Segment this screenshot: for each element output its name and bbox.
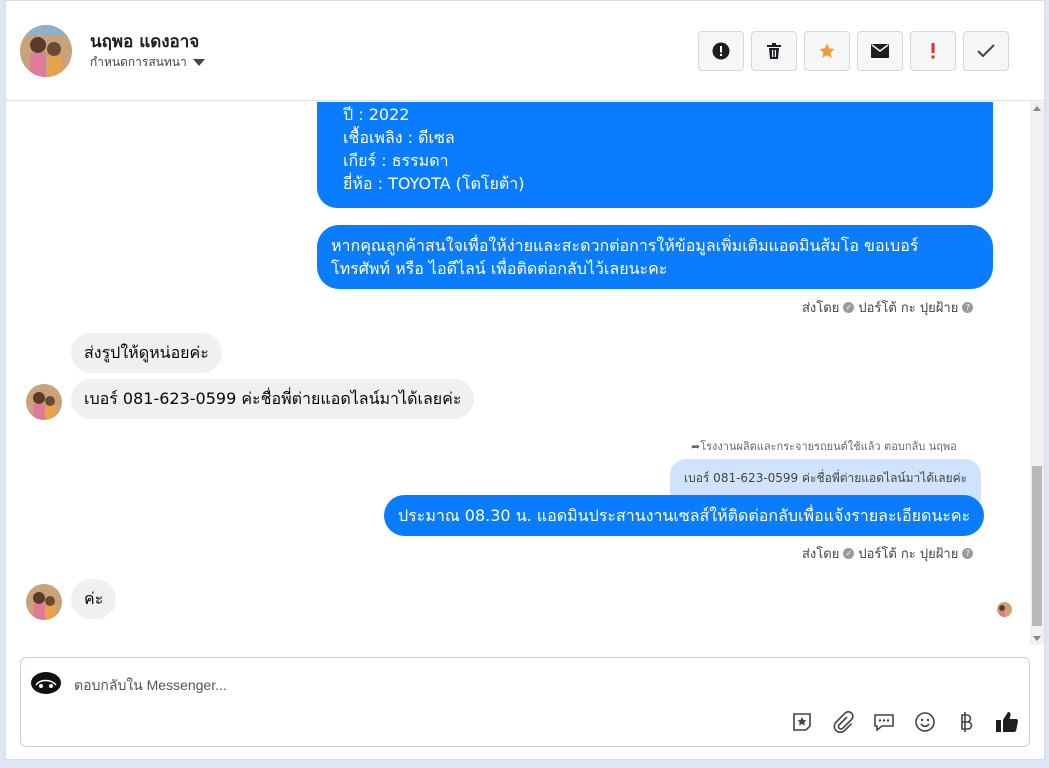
sticker-icon bbox=[793, 713, 811, 731]
help-icon[interactable]: ? bbox=[962, 548, 974, 559]
car-info-gear: เกียร์ : ธรรมดา bbox=[343, 151, 449, 170]
car-info-brand: ยี่ห้อ : TOYOTA (โตโยต้า) bbox=[343, 174, 525, 193]
scrollbar-thumb[interactable] bbox=[1032, 466, 1042, 626]
conversation-panel: นฤพอ แดงอาจ กำหนดการสนทนา ปี: 2022 เชื้… bbox=[5, 0, 1045, 760]
message-text: ประมาณ 08.30 น. แอดมินประสานงานเซลส์ให้ต… bbox=[398, 506, 971, 525]
sent-by-info: ส่งโดย ✓ ปอร์โต้ กะ ปุยฝ้าย ? bbox=[802, 543, 974, 564]
conversation-toolbar bbox=[698, 31, 1009, 71]
contact-avatar-small[interactable] bbox=[26, 384, 62, 420]
quoted-text: เบอร์ 081-623-0599 ค่ะชื่อพี่ต่ายแอดไลน์… bbox=[684, 471, 968, 485]
check-badge-icon: ✓ bbox=[843, 302, 855, 313]
like-button[interactable] bbox=[995, 710, 1019, 734]
car-info-year: ปี : 2022 bbox=[343, 105, 410, 124]
like-icon bbox=[996, 712, 1019, 733]
outgoing-message-car-info: ปี : 2022 เชื้อเพลิง : ดีเซล เกียร์ : ธร… bbox=[317, 102, 993, 208]
message-text: ค่ะ bbox=[84, 589, 104, 608]
caret-down-icon bbox=[192, 59, 205, 66]
reply-reference-text: โรงงานผลิตและกระจายรถยนต์ใช้แล้ว ตอบกลับ… bbox=[700, 440, 957, 453]
sent-by-info: ส่งโดย ✓ ปอร์โต้ กะ ปุยฝ้าย ? bbox=[802, 297, 974, 318]
reply-input[interactable] bbox=[74, 675, 774, 695]
contact-avatar-small[interactable] bbox=[26, 584, 62, 620]
seen-receipt-avatar bbox=[997, 602, 1012, 617]
trash-icon bbox=[767, 43, 781, 59]
message-scrollbar[interactable] bbox=[1030, 102, 1044, 645]
check-badge-icon: ✓ bbox=[843, 548, 855, 559]
sender-name: ปอร์โต้ กะ ปุยฝ้าย bbox=[858, 301, 959, 316]
sender-name: ปอร์โต้ กะ ปุยฝ้าย bbox=[858, 547, 959, 562]
car-info-fuel: เชื้อเพลิง : ดีเซล bbox=[343, 128, 455, 147]
conversation-header: นฤพอ แดงอาจ กำหนดการสนทนา bbox=[6, 1, 1044, 101]
mark-unread-button[interactable] bbox=[857, 31, 903, 71]
check-icon bbox=[977, 44, 995, 58]
star-icon bbox=[819, 43, 835, 58]
attach-icon bbox=[833, 711, 854, 733]
baht-icon bbox=[961, 712, 973, 732]
message-text: ส่งรูปให้ดูหน่อยค่ะ bbox=[84, 343, 209, 362]
outgoing-message: หากคุณลูกค้าสนใจเพื่อให้ง่ายและสะดวกต่อก… bbox=[317, 225, 993, 289]
sent-by-label: ส่งโดย bbox=[802, 547, 840, 562]
sent-by-label: ส่งโดย bbox=[802, 301, 840, 316]
envelope-icon bbox=[871, 44, 889, 58]
reply-reference: ➦โรงงานผลิตและกระจายรถยนต์ใช้แล้ว ตอบกลั… bbox=[691, 437, 957, 455]
attach-button[interactable] bbox=[831, 710, 855, 734]
important-button[interactable] bbox=[910, 31, 956, 71]
sticker-button[interactable] bbox=[790, 710, 814, 734]
message-line: โทรศัพท์ หรือ ไอดีไลน์ เพื่อติดต่อกลับไว… bbox=[331, 259, 668, 278]
emoji-icon bbox=[915, 712, 935, 732]
exclamation-circle-icon bbox=[712, 42, 730, 60]
saved-reply-icon bbox=[874, 714, 894, 732]
payment-button[interactable] bbox=[954, 710, 978, 734]
star-button[interactable] bbox=[804, 31, 850, 71]
help-icon[interactable]: ? bbox=[962, 302, 974, 313]
emoji-button[interactable] bbox=[913, 710, 937, 734]
mark-done-button[interactable] bbox=[963, 31, 1009, 71]
composer-actions bbox=[790, 710, 1019, 734]
scroll-down-icon[interactable] bbox=[1033, 636, 1041, 641]
message-list[interactable]: ปี : 2022 เชื้อเพลิง : ดีเซล เกียร์ : ธร… bbox=[6, 102, 1044, 645]
scroll-up-icon[interactable] bbox=[1033, 106, 1041, 111]
reply-arrow-icon: ➦ bbox=[691, 440, 701, 453]
delete-button[interactable] bbox=[751, 31, 797, 71]
page-logo-icon bbox=[31, 672, 61, 694]
conversation-schedule-dropdown[interactable]: กำหนดการสนทนา bbox=[90, 53, 205, 72]
message-text: เบอร์ 081-623-0599 ค่ะชื่อพี่ต่ายแอดไลน์… bbox=[84, 389, 462, 408]
reply-composer bbox=[20, 657, 1030, 747]
conversation-schedule-label: กำหนดการสนทนา bbox=[90, 55, 187, 69]
exclamation-icon bbox=[931, 43, 935, 59]
message-line: หากคุณลูกค้าสนใจเพื่อให้ง่ายและสะดวกต่อก… bbox=[331, 236, 919, 255]
contact-name: นฤพอ แดงอาจ bbox=[90, 32, 200, 52]
contact-avatar[interactable] bbox=[20, 25, 72, 77]
report-button[interactable] bbox=[698, 31, 744, 71]
incoming-message: ส่งรูปให้ดูหน่อยค่ะ bbox=[71, 333, 222, 373]
outgoing-message: ประมาณ 08.30 น. แอดมินประสานงานเซลส์ให้ต… bbox=[384, 495, 985, 536]
incoming-message: ค่ะ bbox=[71, 579, 117, 619]
saved-replies-button[interactable] bbox=[872, 710, 896, 734]
incoming-message: เบอร์ 081-623-0599 ค่ะชื่อพี่ต่ายแอดไลน์… bbox=[71, 379, 475, 419]
